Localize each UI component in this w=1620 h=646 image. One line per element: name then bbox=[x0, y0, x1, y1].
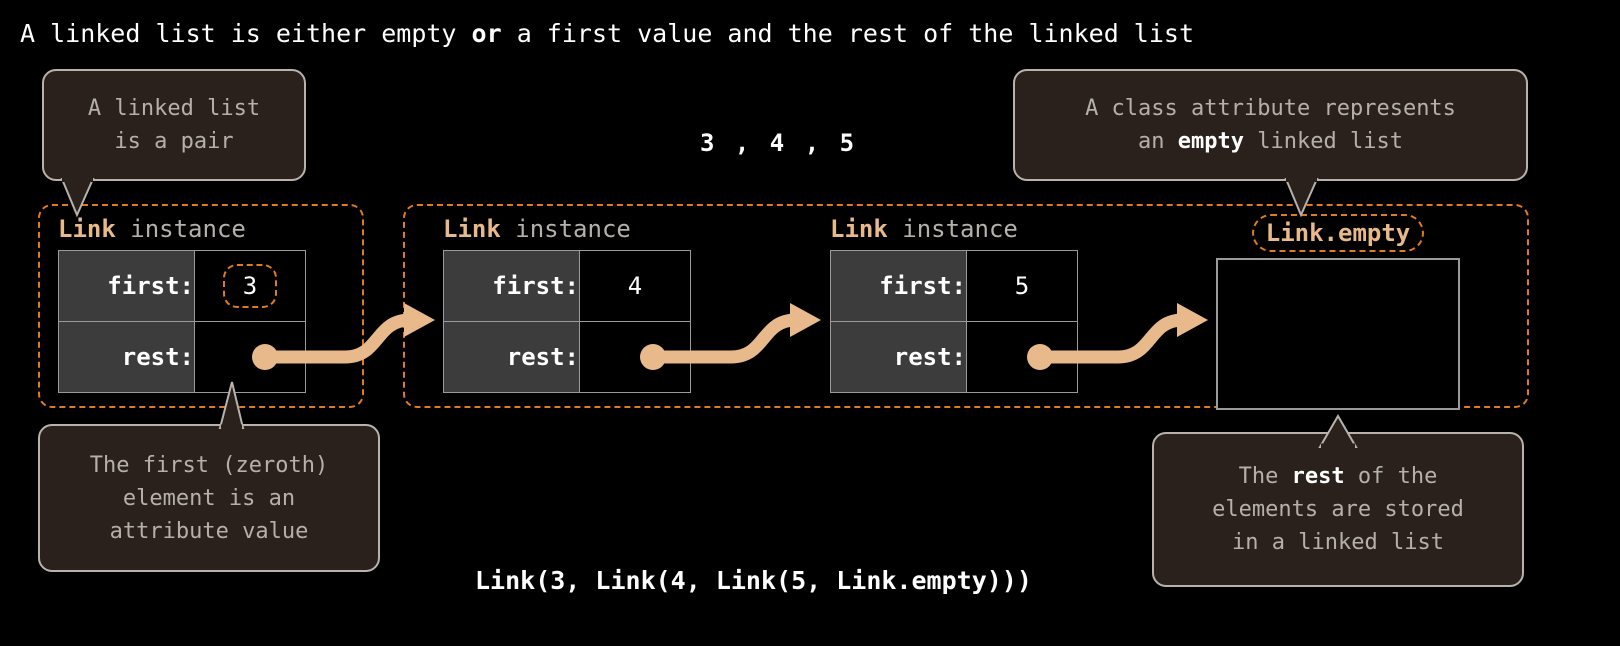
callout-text: A class attribute represents an empty li… bbox=[1085, 92, 1456, 158]
attr-value-rest bbox=[966, 321, 1078, 393]
attr-value-rest bbox=[579, 321, 691, 393]
page-title: A linked list is either empty or a first… bbox=[20, 17, 1194, 51]
link-instance-keyword: instance bbox=[115, 215, 246, 243]
link-instance-keyword: instance bbox=[887, 215, 1018, 243]
link-instance-0: Link instance first: 3 rest: bbox=[58, 214, 306, 393]
attr-label-first: first: bbox=[443, 250, 580, 322]
attr-label-first: first: bbox=[58, 250, 195, 322]
link-instance-1-header: Link instance bbox=[443, 214, 691, 244]
callout-text-bold: empty bbox=[1177, 129, 1245, 154]
link-instance-1: Link instance first: 4 rest: bbox=[443, 214, 691, 393]
link-instance-2-table: first: 5 rest: bbox=[830, 250, 1078, 393]
link-class-name: Link bbox=[58, 215, 116, 243]
table-row: first: 4 bbox=[443, 250, 691, 322]
callout-first-zeroth-element: The first (zeroth) element is an attribu… bbox=[38, 424, 380, 572]
callout-text-bold: rest bbox=[1291, 464, 1345, 489]
link-empty-pill: Link.empty bbox=[1251, 214, 1425, 252]
attr-value-first: 4 bbox=[579, 250, 691, 322]
highlighted-value-pill: 3 bbox=[222, 264, 278, 308]
callout-text: The rest of the elements are stored in a… bbox=[1212, 460, 1464, 559]
callout-class-attribute-empty: A class attribute represents an empty li… bbox=[1013, 69, 1528, 181]
link-empty-body bbox=[1216, 258, 1460, 410]
callout-rest-stored-in-linked-list: The rest of the elements are stored in a… bbox=[1152, 432, 1524, 587]
link-instance-0-header: Link instance bbox=[58, 214, 306, 244]
table-row: rest: bbox=[830, 321, 1078, 393]
link-instance-2: Link instance first: 5 rest: bbox=[830, 214, 1078, 393]
callout-text: A linked list is a pair bbox=[87, 96, 261, 154]
link-class-name: Link bbox=[443, 215, 501, 243]
callout-text-prefix: The bbox=[1238, 464, 1292, 489]
attr-value-first: 5 bbox=[966, 250, 1078, 322]
page-title-before: A linked list is either empty bbox=[20, 19, 472, 48]
attr-value-rest bbox=[194, 321, 306, 393]
callout-text: The first (zeroth) element is an attribu… bbox=[89, 452, 329, 544]
page-title-emphasis: or bbox=[471, 19, 502, 48]
link-empty-block: Link.empty bbox=[1216, 214, 1460, 410]
table-row: rest: bbox=[58, 321, 306, 393]
table-row: rest: bbox=[443, 321, 691, 393]
sequence-label: 3 , 4 , 5 bbox=[700, 129, 858, 157]
attr-label-rest: rest: bbox=[58, 321, 195, 393]
link-empty-header: Link.empty bbox=[1216, 214, 1460, 252]
table-row: first: 5 bbox=[830, 250, 1078, 322]
link-instance-keyword: instance bbox=[500, 215, 631, 243]
page-title-after: a first value and the rest of the linked… bbox=[501, 19, 1195, 48]
attr-label-rest: rest: bbox=[443, 321, 580, 393]
attr-label-rest: rest: bbox=[830, 321, 967, 393]
attr-value-first: 3 bbox=[194, 250, 306, 322]
callout-text-suffix: linked list bbox=[1244, 129, 1403, 154]
callout-linked-list-is-pair: A linked list is a pair bbox=[42, 69, 306, 181]
attr-label-first: first: bbox=[830, 250, 967, 322]
link-instance-1-table: first: 4 rest: bbox=[443, 250, 691, 393]
link-instance-2-header: Link instance bbox=[830, 214, 1078, 244]
link-instance-0-table: first: 3 rest: bbox=[58, 250, 306, 393]
expression-label: Link(3, Link(4, Link(5, Link.empty))) bbox=[475, 566, 1032, 595]
table-row: first: 3 bbox=[58, 250, 306, 322]
link-class-name: Link bbox=[830, 215, 888, 243]
